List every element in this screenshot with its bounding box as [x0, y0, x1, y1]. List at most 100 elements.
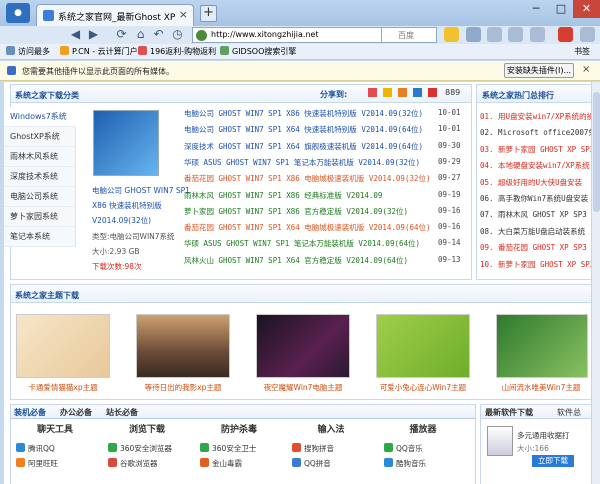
bookmark-gidsoo[interactable]: GIDSOO搜索引擎	[220, 46, 296, 57]
ranking-item[interactable]: 08. 大白菜万能U盘启动装系统	[480, 226, 591, 237]
soft-wangwang[interactable]: 阿里旺旺	[16, 458, 58, 469]
bookmark-icon	[220, 46, 229, 55]
vertical-scrollbar[interactable]	[591, 82, 600, 484]
soft-qqpinyin[interactable]: QQ拼音	[292, 458, 331, 469]
theme-caption-3[interactable]: 夜空魔耀Win7电脑主题	[253, 382, 353, 393]
ranking-item[interactable]: 02. Microsoft office2007免	[480, 127, 591, 138]
menu-icon[interactable]	[580, 27, 595, 42]
lightning-icon[interactable]	[444, 27, 459, 42]
ranking-item[interactable]: 05. 超级好用的U大侠U盘安装	[480, 177, 591, 188]
tab-latest[interactable]: 最新软件下载	[485, 407, 533, 418]
printer-icon	[487, 426, 513, 456]
grid-icon[interactable]	[466, 27, 481, 42]
download-item[interactable]: 番茄花园 GHOST WIN7 SP1 X64 电脑城极速装机版 V2014.0…	[184, 222, 431, 233]
install-plugins-button[interactable]: 安装缺失插件(I)...	[504, 63, 574, 78]
download-item[interactable]: 电脑公司 GHOST WIN7 SP1 X64 快速装机特别版 V2014.09…	[184, 124, 423, 135]
theme-thumb-3[interactable]	[256, 314, 350, 378]
download-item[interactable]: 雨林木风 GHOST WIN7 SP1 X86 经典标准版 V2014.09	[184, 190, 382, 201]
forward-icon[interactable]: ▶	[86, 27, 101, 42]
nav-item-dngs[interactable]: 电脑公司系统	[4, 187, 76, 207]
refresh-icon[interactable]: ⟳	[114, 27, 129, 42]
feature-title-3[interactable]: V2014.09(32位)	[92, 215, 151, 226]
theme-thumb-2[interactable]	[136, 314, 230, 378]
bookmark-196[interactable]: 196返利-购物返利	[138, 46, 216, 57]
close-infobar-icon[interactable]: ×	[582, 64, 590, 75]
download-item[interactable]: 萝卜家园 GHOST WIN7 SP1 X86 官方稳定版 V2014.09(3…	[184, 206, 408, 217]
nav-item-deepin[interactable]: 深度技术系统	[4, 167, 76, 187]
soft-360safe[interactable]: 360安全卫士	[200, 443, 256, 454]
ranking-item[interactable]: 01. 用U盘安装win7/XP系统的操	[480, 111, 591, 122]
maximize-icon[interactable]: □	[548, 0, 574, 18]
minimize-icon[interactable]: ─	[523, 0, 549, 18]
phone-icon[interactable]	[558, 27, 573, 42]
theme-thumb-4[interactable]	[376, 314, 470, 378]
scrollbar-thumb[interactable]	[593, 92, 600, 212]
ranking-item[interactable]: 09. 番茄花园 GHOST XP SP3 装	[480, 242, 591, 253]
theme-caption-1[interactable]: 卡通爱情猫猫xp主题	[13, 382, 113, 393]
feature-title-2[interactable]: X86 快速装机特别版	[92, 200, 162, 211]
download-item[interactable]: 番茄花园 GHOST WIN7 SP1 X86 电脑城极速装机版 V2014.0…	[184, 173, 431, 184]
new-tab-button[interactable]: +	[200, 5, 217, 22]
nav-item-lbjy[interactable]: 萝卜家园系统	[4, 207, 76, 227]
browser-logo[interactable]: ●	[6, 3, 30, 23]
ranking-item[interactable]: 10. 新萝卜家园 GHOST XP SP3	[480, 259, 591, 270]
close-window-icon[interactable]: ✕	[573, 0, 600, 18]
theme-caption-4[interactable]: 可爱小兔心连心Win7主题	[373, 382, 473, 393]
download-now-button[interactable]: 立即下载	[532, 455, 574, 467]
share-tqq-icon[interactable]	[413, 88, 422, 97]
theme-caption-2[interactable]: 等待日出的我影xp主题	[133, 382, 233, 393]
soft-360browser[interactable]: 360安全浏览器	[108, 443, 172, 454]
soft-duba[interactable]: 金山毒霸	[200, 458, 242, 469]
share-qzone-icon[interactable]	[383, 88, 392, 97]
bookmark-pcn[interactable]: P.CN - 云计算门户	[60, 46, 138, 57]
ranking-item[interactable]: 03. 新萝卜家园 GHOST XP SP3	[480, 144, 591, 155]
share-weibo-icon[interactable]	[368, 88, 377, 97]
tools-icon[interactable]	[530, 27, 545, 42]
theme-caption-5[interactable]: 山间流水唯美Win7主题	[491, 382, 591, 393]
nav-item-ylmf[interactable]: 雨林木风系统	[4, 147, 76, 167]
tab-office[interactable]: 办公必备	[60, 407, 92, 418]
nav-item-win7[interactable]: Windows7系统	[4, 107, 76, 127]
latest-name[interactable]: 多元通用收据打	[517, 430, 570, 441]
browser-icon	[108, 443, 117, 452]
add-icon[interactable]	[487, 27, 502, 42]
download-icon[interactable]	[508, 27, 523, 42]
download-item[interactable]: 风林火山 GHOST WIN7 SP1 X64 官方稳定版 V2014.09(6…	[184, 255, 408, 266]
soft-sogou[interactable]: 搜狗拼音	[292, 443, 334, 454]
ranking-item[interactable]: 06. 高手教你Win7系统U盘安装	[480, 193, 591, 204]
theme-thumb-5[interactable]	[496, 314, 588, 378]
soft-qqmusic[interactable]: QQ音乐	[384, 443, 423, 454]
search-box[interactable]: 百度	[381, 27, 437, 43]
feature-cover-image[interactable]	[93, 110, 159, 176]
ranking-item[interactable]: 04. 本地硬盘安装win7/XP系统	[480, 160, 591, 171]
download-item[interactable]: 深度技术 GHOST WIN7 SP1 X64 旗舰极速装机版 V2014.09…	[184, 141, 423, 152]
back-icon[interactable]: ◀	[68, 27, 83, 42]
download-item-date: 09-27	[438, 173, 461, 183]
bookmarks-menu[interactable]: 书签	[574, 46, 590, 57]
bookmark-most-visited[interactable]: 访问最多	[6, 46, 50, 57]
share-renren-icon[interactable]	[398, 88, 407, 97]
soft-chrome[interactable]: 谷歌浏览器	[108, 458, 158, 469]
tab-webmaster[interactable]: 站长必备	[106, 407, 138, 418]
share-more-icon[interactable]	[428, 88, 437, 97]
download-item[interactable]: 华硕 ASUS GHOST WIN7 SP1 笔记本万能装机版 V2014.09…	[184, 157, 420, 168]
tab-essentials[interactable]: 装机必备	[14, 407, 46, 418]
download-item-date: 10-01	[438, 124, 461, 134]
download-item[interactable]: 电脑公司 GHOST WIN7 SP1 X86 快速装机特别版 V2014.09…	[184, 108, 423, 119]
soft-kugou[interactable]: 酷狗音乐	[384, 458, 426, 469]
download-item-date: 09-30	[438, 140, 461, 150]
ranking-item[interactable]: 07. 雨林木风 GHOST XP SP3 系	[480, 209, 591, 220]
tab-active[interactable]: 系统之家官网_最新Ghost XP Sp3系统... ×	[36, 4, 194, 26]
search-placeholder: 百度	[398, 31, 414, 40]
nav-item-laptop[interactable]: 笔记本系统	[4, 227, 76, 247]
undo-icon[interactable]: ↶	[151, 27, 166, 42]
home-icon[interactable]: ⌂	[133, 27, 148, 42]
tab-software-total[interactable]: 软件总	[557, 407, 581, 418]
download-item[interactable]: 华硕 ASUS GHOST WIN7 SP1 笔记本万能装机版 V2014.09…	[184, 238, 420, 249]
history-icon[interactable]: ◷	[170, 27, 185, 42]
soft-qq[interactable]: 腾讯QQ	[16, 443, 55, 454]
theme-thumb-1[interactable]	[16, 314, 110, 378]
close-tab-icon[interactable]: ×	[179, 8, 188, 21]
feature-title-1[interactable]: 电脑公司 GHOST WIN7 SP1	[92, 185, 190, 196]
nav-item-xp[interactable]: GhostXP系统	[4, 127, 76, 147]
